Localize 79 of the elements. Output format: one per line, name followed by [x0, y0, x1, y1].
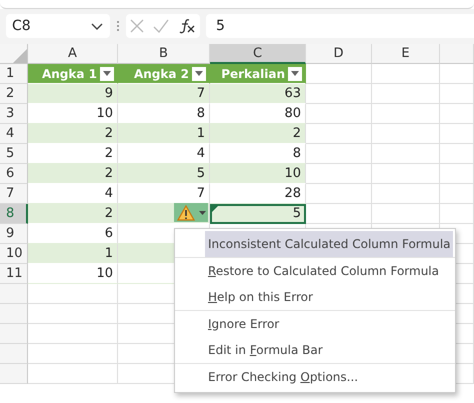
caret-icon: [103, 71, 111, 76]
row-header[interactable]: 10: [0, 244, 28, 264]
row-header[interactable]: 1: [0, 64, 28, 84]
filter-button[interactable]: [192, 66, 206, 80]
row-header[interactable]: [0, 324, 28, 344]
name-box[interactable]: C8: [6, 14, 110, 38]
column-header[interactable]: [440, 44, 474, 64]
filter-button[interactable]: [288, 66, 302, 80]
table-cell: 5: [118, 164, 210, 184]
table-cell: 1: [118, 124, 210, 144]
empty-cell: [372, 84, 440, 104]
cancel-icon[interactable]: [130, 19, 144, 33]
column-header[interactable]: B: [118, 44, 210, 64]
menu-item[interactable]: Restore to Calculated Column Formula: [205, 258, 453, 284]
row-header[interactable]: [0, 344, 28, 364]
row-header[interactable]: 8: [0, 204, 28, 224]
empty-cell: [440, 84, 474, 104]
column-header[interactable]: D: [306, 44, 372, 64]
table-cell: 2: [28, 204, 118, 224]
empty-cell: [372, 164, 440, 184]
table-cell: 2: [28, 124, 118, 144]
column-header[interactable]: C: [210, 44, 306, 64]
menu-item[interactable]: Inconsistent Calculated Column Formula: [205, 231, 453, 257]
empty-cell: [440, 204, 474, 224]
table-cell: 5: [210, 204, 306, 224]
row-header[interactable]: 11: [0, 264, 28, 284]
table-cell: 63: [210, 84, 306, 104]
row-header[interactable]: 4: [0, 124, 28, 144]
table-cell: 1: [28, 244, 118, 264]
error-smart-tag[interactable]: [174, 203, 208, 222]
empty-cell: [440, 64, 474, 84]
empty-cell: [306, 104, 372, 124]
row-header[interactable]: [0, 364, 28, 384]
row-header[interactable]: 5: [0, 144, 28, 164]
check-icon[interactable]: [152, 19, 169, 33]
empty-cell: [306, 184, 372, 204]
empty-cell: [372, 104, 440, 124]
function-icon[interactable]: [178, 18, 196, 34]
menu-item[interactable]: Help on this Error: [205, 284, 453, 310]
table-cell: 9: [28, 84, 118, 104]
table-header: Angka 2: [118, 64, 210, 84]
empty-cell: [440, 184, 474, 204]
empty-cell: [440, 104, 474, 124]
caret-icon: [198, 210, 206, 214]
table-cell: 2: [28, 164, 118, 184]
empty-cell: [372, 184, 440, 204]
menu-item[interactable]: Edit in Formula Bar: [205, 337, 453, 363]
table-cell: 10: [210, 164, 306, 184]
empty-cell: [372, 204, 440, 224]
caret-icon: [291, 71, 299, 76]
table-cell: 2: [210, 124, 306, 144]
empty-cell: [372, 124, 440, 144]
row-header[interactable]: [0, 284, 28, 304]
table-header: Angka 1: [28, 64, 118, 84]
grip-icon: [116, 19, 120, 33]
menu-item[interactable]: Ignore Error: [205, 311, 453, 337]
formula-input[interactable]: 5: [206, 14, 474, 38]
filter-button[interactable]: [100, 66, 114, 80]
empty-cell: [440, 164, 474, 184]
caret-icon: [195, 71, 203, 76]
empty-cell: [440, 144, 474, 164]
row-header[interactable]: 6: [0, 164, 28, 184]
menu-item[interactable]: Error Checking Options...: [205, 364, 453, 390]
caret-icon[interactable]: [90, 21, 104, 31]
empty-cell: [440, 124, 474, 144]
row-header[interactable]: 3: [0, 104, 28, 124]
table-cell: 10: [28, 264, 118, 284]
table-cell: 7: [118, 84, 210, 104]
empty-cell: [372, 64, 440, 84]
row-header[interactable]: [0, 304, 28, 324]
row-header[interactable]: 9: [0, 224, 28, 244]
empty-cell: [372, 144, 440, 164]
row-header[interactable]: 2: [0, 84, 28, 104]
table-header: Perkalian: [210, 64, 306, 84]
row-header[interactable]: 7: [0, 184, 28, 204]
warning-icon: [176, 204, 194, 220]
column-header[interactable]: E: [372, 44, 440, 64]
empty-cell: [306, 144, 372, 164]
column-header[interactable]: A: [28, 44, 118, 64]
